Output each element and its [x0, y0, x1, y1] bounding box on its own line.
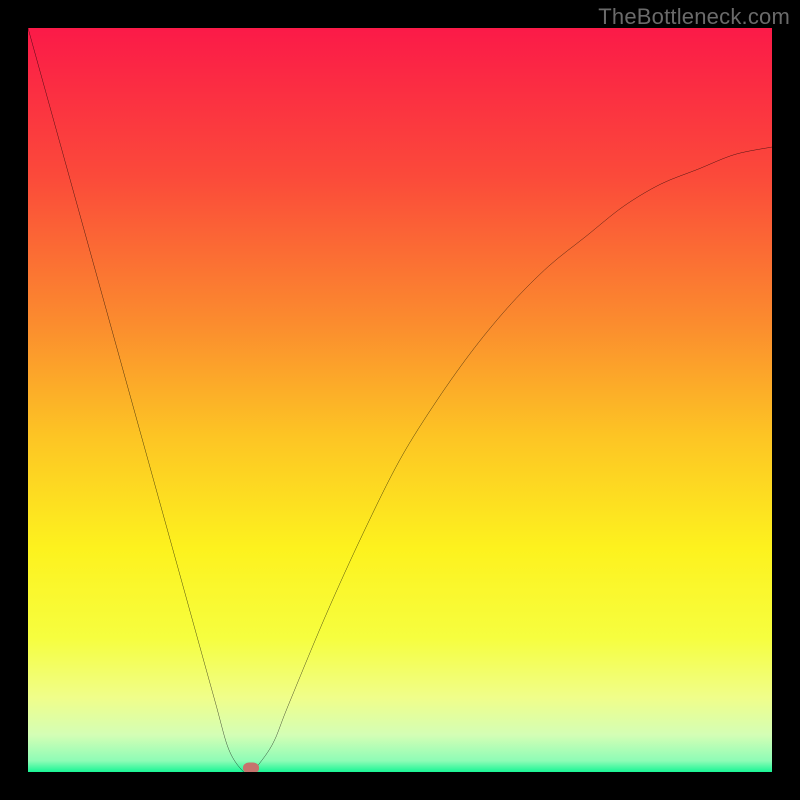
bottleneck-curve	[28, 28, 772, 772]
plot-area	[28, 28, 772, 772]
chart-frame: TheBottleneck.com	[0, 0, 800, 800]
attribution-watermark: TheBottleneck.com	[598, 4, 790, 30]
optimal-point-marker	[243, 762, 259, 772]
